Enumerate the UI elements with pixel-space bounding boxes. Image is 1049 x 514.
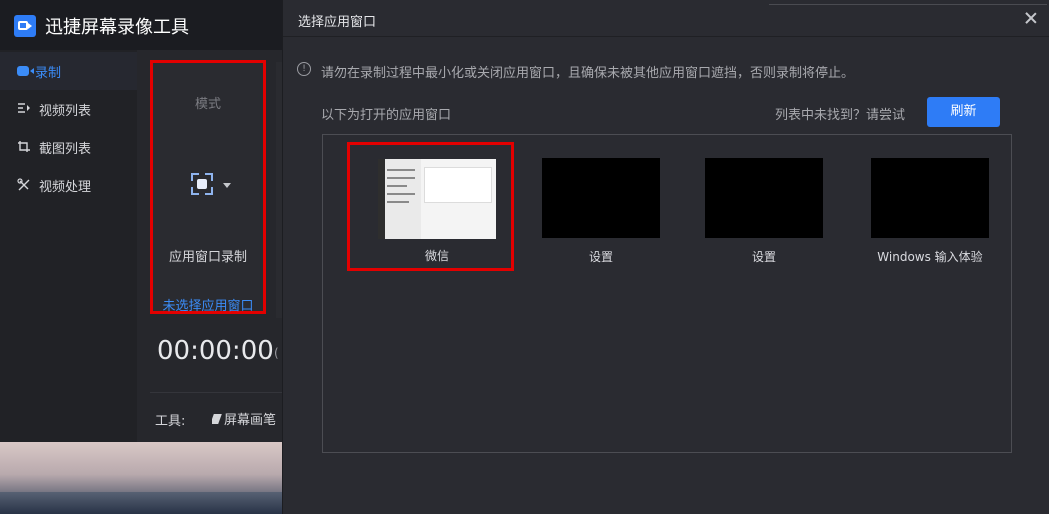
mode-label: 模式 (194, 97, 221, 112)
screen-pen-button[interactable]: 屏幕画笔 (212, 409, 282, 427)
warning-text: 请勿在录制过程中最小化或关闭应用窗口，且确保未被其他应用窗口遮挡，否则录制将停止… (321, 66, 855, 81)
screen-pen-label: 屏幕画笔 (224, 413, 277, 427)
close-icon[interactable] (1023, 10, 1039, 26)
window-label: 微信 (424, 249, 449, 263)
sidebar-item-label: 视频列表 (39, 103, 92, 119)
record-timer: 00:00:00 (157, 336, 274, 366)
sidebar: 录制 视频列表 截图列表 视频处理 (0, 50, 137, 442)
sidebar-item-screenshot-list[interactable]: 截图列表 (0, 128, 137, 166)
sidebar-item-label: 截图列表 (39, 141, 92, 157)
window-thumbnail (378, 159, 496, 239)
divider (150, 392, 282, 393)
video-list-icon (17, 102, 33, 116)
sidebar-item-video-list[interactable]: 视频列表 (0, 90, 137, 128)
timer-extra: ( (274, 346, 279, 360)
window-item-wechat[interactable]: 微信 (347, 142, 514, 271)
sidebar-item-label: 视频处理 (39, 179, 92, 195)
background-image (0, 442, 282, 514)
sidebar-item-label: 录制 (35, 65, 62, 81)
window-item-input-experience[interactable]: Windows 输入体验 (871, 158, 989, 268)
chevron-down-icon[interactable] (223, 183, 231, 188)
window-item-settings[interactable]: 设置 (542, 158, 660, 268)
window-thumbnail (871, 158, 989, 238)
info-circle-icon: ! (297, 62, 311, 76)
screenshot-list-icon (17, 140, 33, 154)
video-camera-icon (14, 15, 36, 37)
screen-region-icon (191, 173, 213, 195)
refresh-button[interactable]: 刷新 (927, 97, 1000, 127)
not-found-hint: 列表中未找到？请尝试 (775, 108, 906, 123)
tools-label: 工具: (155, 414, 186, 429)
sidebar-item-video-processing[interactable]: 视频处理 (0, 166, 137, 204)
video-camera-icon (17, 66, 34, 76)
mode-name: 应用窗口录制 (168, 250, 247, 265)
window-label: Windows 输入体验 (877, 250, 983, 264)
select-window-link[interactable]: 未选择应用窗口 (153, 295, 263, 314)
window-label: 设置 (588, 250, 613, 264)
dialog-title: 选择应用窗口 (298, 15, 377, 30)
window-list: 微信 设置 设置 Windows 输入体验 (322, 134, 1012, 453)
sidebar-item-record[interactable]: 录制 (0, 52, 137, 90)
window-thumbnail (542, 158, 660, 238)
divider (769, 4, 1047, 5)
tools-icon (17, 178, 33, 192)
app-titlebar: 迅捷屏幕录像工具 (0, 0, 282, 50)
pen-icon (212, 414, 222, 424)
app-title: 迅捷屏幕录像工具 (45, 17, 189, 38)
window-item-settings-2[interactable]: 设置 (705, 158, 823, 268)
window-label: 设置 (751, 250, 776, 264)
divider (283, 36, 1049, 37)
window-thumbnail (705, 158, 823, 238)
window-list-heading: 以下为打开的应用窗口 (321, 108, 452, 123)
mode-card[interactable]: 模式 应用窗口录制 未选择应用窗口 (150, 60, 266, 314)
select-window-dialog: 选择应用窗口 ! 请勿在录制过程中最小化或关闭应用窗口，且确保未被其他应用窗口遮… (282, 0, 1049, 514)
